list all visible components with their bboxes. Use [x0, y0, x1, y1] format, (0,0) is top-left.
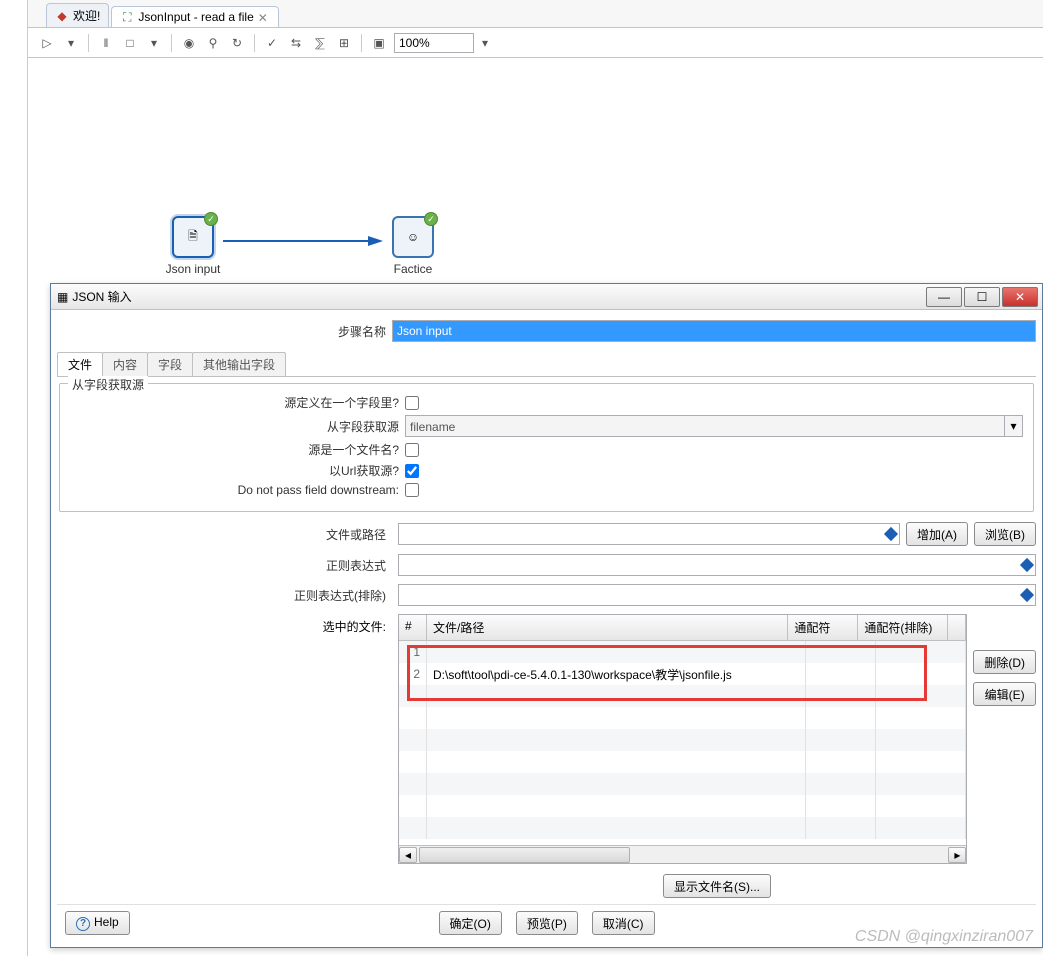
add-button[interactable]: 增加(A) [906, 522, 968, 546]
dialog-title: JSON 输入 [72, 288, 131, 305]
files-grid[interactable]: # 文件/路径 通配符 通配符(排除) 1 2 D:\soft\t [398, 614, 967, 864]
regex-excl-label: 正则表达式(排除) [57, 587, 392, 604]
factice-icon: ☺ [407, 230, 419, 244]
pause-icon[interactable]: ‖ [97, 34, 115, 52]
sql-icon[interactable]: ⅀ [311, 34, 329, 52]
scroll-thumb[interactable] [419, 847, 630, 863]
separator [88, 34, 89, 52]
read-as-url-label: 以Url获取源? [70, 462, 405, 479]
welcome-icon: ◆ [55, 9, 69, 23]
tab-other[interactable]: 其他输出字段 [192, 352, 286, 376]
tab-current-label: JsonInput - read a file [138, 10, 253, 24]
group-title: 从字段获取源 [68, 376, 148, 393]
help-icon: ? [76, 917, 90, 931]
regex-label: 正则表达式 [57, 557, 392, 574]
regex-excl-input[interactable] [398, 584, 1036, 606]
close-icon[interactable]: ✕ [258, 11, 270, 23]
close-button[interactable]: ✕ [1002, 287, 1038, 307]
json-icon: 🗎 [188, 227, 198, 248]
zoom-input[interactable] [394, 33, 474, 53]
regex-input[interactable] [398, 554, 1036, 576]
source-from-field-group: 从字段获取源 源定义在一个字段里? 从字段获取源 ▾ 源是一个文件名? 以Url… [59, 383, 1034, 512]
file-or-path-input[interactable] [398, 523, 900, 545]
tab-file[interactable]: 文件 [57, 352, 103, 376]
source-is-filename-checkbox[interactable] [405, 443, 419, 457]
edit-button[interactable]: 编辑(E) [973, 682, 1036, 706]
file-or-path-label: 文件或路径 [57, 526, 392, 543]
node-json-input-label: Json input [153, 262, 233, 276]
ok-button[interactable]: 确定(O) [439, 911, 502, 935]
separator [171, 34, 172, 52]
cancel-button[interactable]: 取消(C) [592, 911, 655, 935]
read-as-url-checkbox[interactable] [405, 464, 419, 478]
col-wildcard[interactable]: 通配符 [788, 615, 858, 640]
col-wildcard-excl[interactable]: 通配符(排除) [858, 615, 948, 640]
tab-current[interactable]: ⛶ JsonInput - read a file ✕ [111, 6, 278, 27]
preview-icon[interactable]: ◉ [180, 34, 198, 52]
json-input-dialog: ▦ JSON 输入 — ☐ ✕ 步骤名称 文件 内容 字段 其他输出字段 从字段… [50, 283, 1043, 948]
toolbar: ▷ ▾ ‖ □ ▾ ◉ ⚲ ↻ ✓ ⇆ ⅀ ⊞ ▣ ▾ [28, 28, 1043, 58]
tab-welcome-label: 欢迎! [73, 7, 100, 24]
node-factice-label: Factice [373, 262, 453, 276]
from-field-label: 从字段获取源 [70, 418, 405, 435]
node-factice[interactable]: ☺ Factice [373, 216, 453, 276]
preview-button[interactable]: 预览(P) [516, 911, 578, 935]
maximize-button[interactable]: ☐ [964, 287, 1000, 307]
chevron-down-icon[interactable]: ▾ [1004, 416, 1022, 436]
scroll-left-icon[interactable]: ◂ [399, 847, 417, 863]
tab-field[interactable]: 字段 [147, 352, 193, 376]
separator [254, 34, 255, 52]
impact-icon[interactable]: ⇆ [287, 34, 305, 52]
replay-icon[interactable]: ↻ [228, 34, 246, 52]
tab-content[interactable]: 内容 [102, 352, 148, 376]
help-button[interactable]: ?Help [65, 911, 130, 935]
hop-arrow[interactable] [223, 233, 383, 249]
transformation-icon: ⛶ [120, 10, 134, 24]
col-num[interactable]: # [399, 615, 427, 640]
ok-badge-icon [424, 212, 438, 226]
col-path[interactable]: 文件/路径 [427, 615, 788, 640]
editor-tabbar: ◆ 欢迎! ⛶ JsonInput - read a file ✕ [28, 0, 1043, 28]
stop-dropdown-icon[interactable]: ▾ [145, 34, 163, 52]
step-name-input[interactable] [392, 320, 1036, 342]
from-field-select[interactable] [406, 416, 1004, 438]
verify-icon[interactable]: ✓ [263, 34, 281, 52]
table-row[interactable]: 2 D:\soft\tool\pdi-ce-5.4.0.1-130\worksp… [399, 663, 966, 685]
dialog-icon: ▦ [57, 290, 68, 304]
scroll-right-icon[interactable]: ▸ [948, 847, 966, 863]
delete-button[interactable]: 删除(D) [973, 650, 1036, 674]
tab-welcome[interactable]: ◆ 欢迎! [46, 3, 109, 27]
horizontal-scrollbar[interactable]: ◂ ▸ [399, 845, 966, 863]
show-filename-button[interactable]: 显示文件名(S)... [663, 874, 771, 898]
minimize-button[interactable]: — [926, 287, 962, 307]
do-not-pass-checkbox[interactable] [405, 483, 419, 497]
debug-icon[interactable]: ⚲ [204, 34, 222, 52]
ok-badge-icon [204, 212, 218, 226]
run-icon[interactable]: ▷ [38, 34, 56, 52]
dialog-titlebar[interactable]: ▦ JSON 输入 — ☐ ✕ [51, 284, 1042, 310]
step-name-label: 步骤名称 [57, 323, 392, 340]
source-in-field-label: 源定义在一个字段里? [70, 394, 405, 411]
node-json-input[interactable]: 🗎 Json input [153, 216, 233, 276]
col-more [948, 615, 966, 640]
browse-button[interactable]: 浏览(B) [974, 522, 1036, 546]
table-row[interactable]: 1 [399, 641, 966, 663]
source-is-filename-label: 源是一个文件名? [70, 441, 405, 458]
separator [361, 34, 362, 52]
dialog-tabs: 文件 内容 字段 其他输出字段 [57, 352, 1036, 377]
source-in-field-checkbox[interactable] [405, 396, 419, 410]
selected-files-label: 选中的文件: [57, 614, 392, 864]
do-not-pass-label: Do not pass field downstream: [70, 483, 405, 497]
explore-icon[interactable]: ⊞ [335, 34, 353, 52]
zoom-dropdown-icon[interactable]: ▾ [476, 34, 494, 52]
grid-body[interactable]: 1 2 D:\soft\tool\pdi-ce-5.4.0.1-130\work… [399, 641, 966, 845]
zoom-fit-icon[interactable]: ▣ [370, 34, 388, 52]
sidebar-gutter [0, 0, 28, 956]
canvas[interactable]: 🗎 Json input ☺ Factice [28, 58, 1043, 268]
run-dropdown-icon[interactable]: ▾ [62, 34, 80, 52]
stop-icon[interactable]: □ [121, 34, 139, 52]
